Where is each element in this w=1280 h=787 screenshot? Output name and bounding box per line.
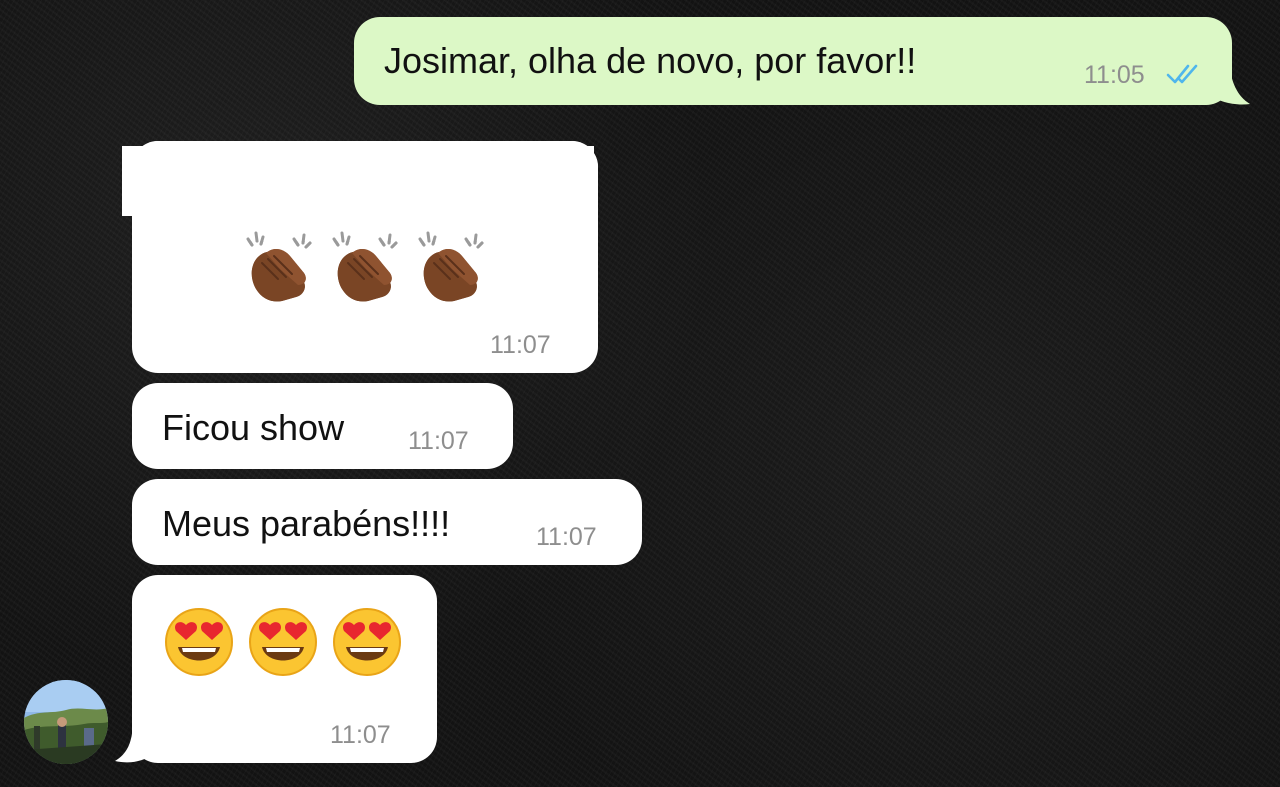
message-bubble-incoming[interactable]: Meus parabéns!!!! 11:07 [132,479,642,565]
message-time: 11:05 [1084,61,1145,89]
clapping-hands-icon [418,231,484,302]
message-text: Meus parabéns!!!! [162,503,451,544]
message-time: 11:07 [536,523,597,551]
bubble-corner-cover [132,141,598,241]
bubble-tail-incoming [115,720,153,763]
message-text: Ficou show [162,407,345,448]
bubble-tail-outgoing [1205,62,1250,105]
emoji-row [164,607,402,677]
heart-eyes-face-icon [333,608,401,676]
read-receipt-icon [1166,64,1198,84]
message-time: 11:07 [408,427,469,455]
heart-eyes-face-icon [249,608,317,676]
message-bubble-incoming[interactable]: Ficou show 11:07 [132,383,513,469]
message-bubble-outgoing[interactable]: Josimar, olha de novo, por favor!! 11:05 [354,17,1232,105]
contact-avatar[interactable] [24,680,108,764]
message-time: 11:07 [490,331,551,359]
heart-eyes-face-icon [165,608,233,676]
message-time: 11:07 [330,721,391,749]
clapping-hands-icon [246,231,312,302]
message-bubble-incoming[interactable]: 11:07 [132,575,437,763]
clapping-hands-icon [332,231,398,302]
emoji-row-overlay [242,229,486,307]
message-text: Josimar, olha de novo, por favor!! [384,40,917,81]
chat-conversation: Josimar, olha de novo, por favor!! 11:05 [0,0,1280,787]
contact-avatar-photo [24,680,108,764]
